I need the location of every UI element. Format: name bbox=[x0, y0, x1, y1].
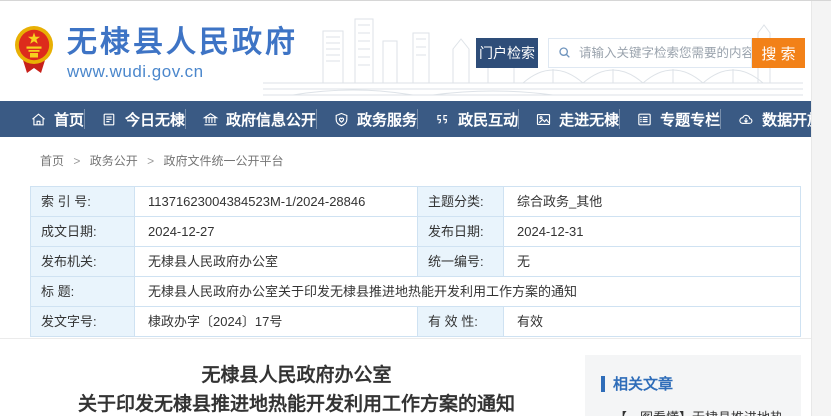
breadcrumb-separator: > bbox=[147, 154, 154, 168]
title-label: 标 题: bbox=[31, 277, 135, 307]
data-open-icon bbox=[737, 111, 755, 128]
publish-date-value: 2024-12-31 bbox=[504, 217, 801, 247]
search-icon bbox=[557, 45, 573, 61]
related-article-link[interactable]: 【一图看懂】无棣县推进地热能开发利用工作方案 bbox=[601, 407, 787, 416]
doc-no-label: 发文字号: bbox=[31, 307, 135, 337]
portal-search-button[interactable]: 门户检索 bbox=[476, 38, 538, 68]
article-title-line1: 无棣县人民政府办公室 bbox=[201, 365, 391, 386]
nav-label: 政民互动 bbox=[458, 109, 518, 130]
site-name: 无棣县人民政府 bbox=[67, 27, 298, 59]
written-date-label: 成文日期: bbox=[31, 217, 135, 247]
validity-label: 有 效 性: bbox=[418, 307, 504, 337]
nav-label: 专题专栏 bbox=[660, 109, 720, 130]
title-value: 无棣县人民政府办公室关于印发无棣县推进地热能开发利用工作方案的通知 bbox=[135, 277, 801, 307]
nav-label: 政府信息公开 bbox=[226, 109, 316, 130]
breadcrumb-gov-open[interactable]: 政务公开 bbox=[90, 154, 138, 168]
related-articles-panel: 相关文章 【一图看懂】无棣县推进地热能开发利用工作方案 bbox=[585, 355, 801, 416]
nav-item-today[interactable]: 今日无棣 bbox=[84, 109, 185, 129]
accent-bar bbox=[601, 376, 605, 392]
topics-icon bbox=[636, 111, 653, 128]
breadcrumb-home[interactable]: 首页 bbox=[40, 154, 64, 168]
unified-no-label: 统一编号: bbox=[418, 247, 504, 277]
nav-label: 政务服务 bbox=[357, 109, 417, 130]
news-icon bbox=[101, 111, 118, 128]
breadcrumb-separator: > bbox=[73, 154, 80, 168]
topic-label: 主题分类: bbox=[418, 187, 504, 217]
breadcrumb: 首页 > 政务公开 > 政府文件统一公开平台 bbox=[0, 137, 811, 169]
nav-item-data-open[interactable]: 数据开放 bbox=[720, 109, 822, 129]
related-articles-header: 相关文章 bbox=[601, 373, 787, 394]
search-area: 门户检索 搜 索 bbox=[476, 38, 805, 68]
interaction-icon bbox=[434, 111, 451, 128]
services-icon bbox=[333, 111, 350, 128]
issuer-label: 发布机关: bbox=[31, 247, 135, 277]
breadcrumb-platform[interactable]: 政府文件统一公开平台 bbox=[163, 154, 283, 168]
nav-label: 走进无棣 bbox=[559, 109, 619, 130]
search-box bbox=[548, 38, 752, 68]
written-date-value: 2024-12-27 bbox=[135, 217, 418, 247]
nav-item-interaction[interactable]: 政民互动 bbox=[417, 109, 518, 129]
site-logo[interactable]: 无棣县人民政府 www.wudi.gov.cn bbox=[14, 23, 298, 82]
search-submit-button[interactable]: 搜 索 bbox=[752, 38, 805, 68]
nav-item-topics[interactable]: 专题专栏 bbox=[619, 109, 720, 129]
index-value: 11371623004384523M-1/2024-28846 bbox=[135, 187, 418, 217]
search-input[interactable] bbox=[579, 46, 751, 60]
home-icon bbox=[30, 111, 47, 128]
site-header: 无棣县人民政府 www.wudi.gov.cn 门户检索 搜 索 bbox=[0, 1, 811, 101]
related-articles-list: 【一图看懂】无棣县推进地热能开发利用工作方案 bbox=[601, 407, 787, 416]
article-title: 无棣县人民政府办公室 关于印发无棣县推进地热能开发利用工作方案的通知 bbox=[30, 361, 563, 416]
main-nav: 首页 今日无棣 政府信息公开 政务服务 政民互动 走进无棣 专题专栏 数据开放 bbox=[0, 101, 811, 137]
article: 无棣县人民政府办公室 关于印发无棣县推进地热能开发利用工作方案的通知 棣政办字〔… bbox=[30, 355, 563, 416]
gov-info-icon bbox=[202, 111, 219, 128]
doc-no-value: 棣政办字〔2024〕17号 bbox=[135, 307, 418, 337]
main-content: 无棣县人民政府办公室 关于印发无棣县推进地热能开发利用工作方案的通知 棣政办字〔… bbox=[0, 339, 811, 416]
nav-item-services[interactable]: 政务服务 bbox=[316, 109, 417, 129]
nav-item-into-wudi[interactable]: 走进无棣 bbox=[518, 109, 619, 129]
nav-label: 今日无棣 bbox=[125, 109, 185, 130]
issuer-value: 无棣县人民政府办公室 bbox=[135, 247, 418, 277]
unified-no-value: 无 bbox=[504, 247, 801, 277]
related-articles-title: 相关文章 bbox=[613, 373, 673, 394]
nav-item-home[interactable]: 首页 bbox=[30, 109, 84, 129]
vertical-scrollbar[interactable] bbox=[811, 1, 831, 416]
index-label: 索 引 号: bbox=[31, 187, 135, 217]
article-title-line2: 关于印发无棣县推进地热能开发利用工作方案的通知 bbox=[78, 394, 515, 415]
site-url: www.wudi.gov.cn bbox=[67, 62, 298, 82]
scenery-icon bbox=[535, 111, 552, 128]
document-info-table: 索 引 号: 11371623004384523M-1/2024-28846 主… bbox=[30, 186, 801, 337]
publish-date-label: 发布日期: bbox=[418, 217, 504, 247]
page: 无棣县人民政府 www.wudi.gov.cn 门户检索 搜 索 首页 今日无棣 bbox=[0, 1, 811, 416]
national-emblem-icon bbox=[14, 23, 54, 77]
nav-label: 首页 bbox=[54, 109, 84, 130]
nav-item-gov-info[interactable]: 政府信息公开 bbox=[185, 109, 316, 129]
topic-value: 综合政务_其他 bbox=[504, 187, 801, 217]
validity-value: 有效 bbox=[504, 307, 801, 337]
